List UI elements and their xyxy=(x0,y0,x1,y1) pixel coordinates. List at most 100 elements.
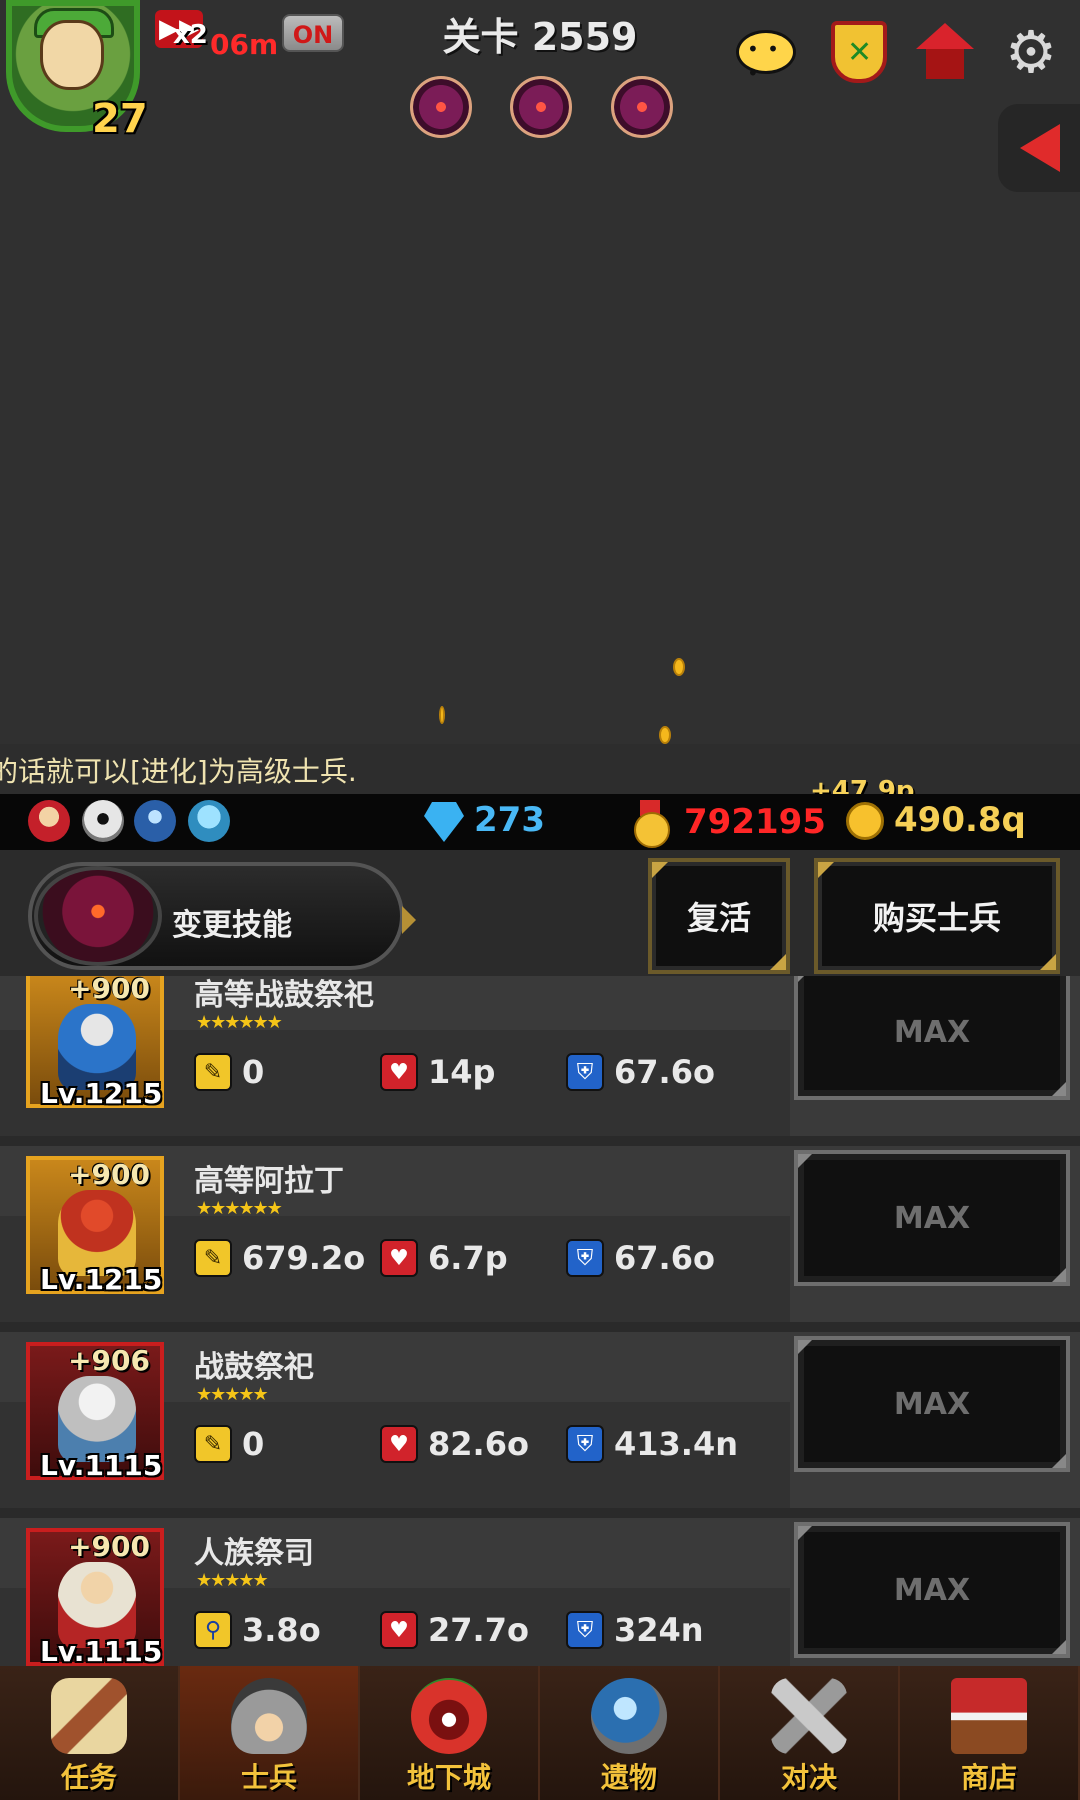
shield-icon: ⛨ xyxy=(566,1611,604,1649)
soldier-portrait[interactable]: +906 Lv.1115 xyxy=(26,1342,164,1482)
upgrade-max-button[interactable]: MAX xyxy=(794,1522,1070,1658)
upgrade-max-button[interactable]: MAX xyxy=(794,1336,1070,1472)
shield-icon: ⛨ xyxy=(566,1425,604,1463)
coin-drop xyxy=(439,706,445,724)
soldier-stars: ★★★★★ xyxy=(196,1384,269,1405)
heart-icon: ♥ xyxy=(380,1611,418,1649)
hp-stat: ♥ 82.6o xyxy=(380,1424,529,1464)
player-level: 27 xyxy=(92,96,148,142)
attack-stat: ✎ 0 xyxy=(194,1052,264,1092)
ticker-text: 的话就可以[进化]为高级士兵. xyxy=(0,755,357,788)
defense-stat: ⛨ 324n xyxy=(566,1610,704,1650)
soldier-level: Lv.1115 xyxy=(40,1449,163,1482)
side-panel-toggle[interactable] xyxy=(998,104,1080,192)
heart-icon: ♥ xyxy=(380,1239,418,1277)
tab-duel[interactable]: 对决 xyxy=(720,1666,900,1800)
soldier-name: 高等战鼓祭祀 xyxy=(194,978,374,1013)
hp-value: 27.7o xyxy=(428,1611,529,1649)
guild-icon[interactable] xyxy=(826,21,892,83)
tip-ticker: 的话就可以[进化]为高级士兵. xyxy=(0,744,1080,794)
heart-icon: ♥ xyxy=(380,1425,418,1463)
sword-icon: ✎ xyxy=(194,1053,232,1091)
attack-value: 0 xyxy=(242,1053,265,1091)
soldier-row: +906 Lv.1115 战鼓祭祀 ★★★★★ ✎ 0 ♥ 82.6o ⛨ 413.4… xyxy=(0,1332,1080,1508)
gear-icon[interactable]: ⚙ xyxy=(998,18,1064,86)
soldier-name: 高等阿拉丁 xyxy=(194,1164,344,1199)
coin-drop xyxy=(673,658,685,676)
defense-stat: ⛨ 67.6o xyxy=(566,1238,715,1278)
sword-icon: ✎ xyxy=(194,1239,232,1277)
upgrade-max-button[interactable]: MAX xyxy=(794,976,1070,1100)
skill-arrow-icon xyxy=(402,906,416,934)
soldier-stars: ★★★★★★ xyxy=(196,1012,283,1033)
soldier-row: +900 Lv.1115 人族祭司 ★★★★★ ⚲ 3.8o ♥ 27.7o ⛨ 32… xyxy=(0,1518,1080,1666)
attack-value: 0 xyxy=(242,1425,265,1463)
gem-icon xyxy=(424,802,464,842)
tab-label: 地下城 xyxy=(406,1761,491,1794)
attack-stat: ✎ 0 xyxy=(194,1424,264,1464)
resource-bar: 273 792195 490.8q xyxy=(0,794,1080,850)
tab-label: 遗物 xyxy=(600,1761,657,1794)
defense-value: 324n xyxy=(614,1611,704,1649)
soldier-row: +900 Lv.1215 高等阿拉丁 ★★★★★★ ✎ 679.2o ♥ 6.7p … xyxy=(0,1146,1080,1322)
soldier-bonus: +900 xyxy=(68,1530,150,1563)
tab-shop[interactable]: 商店 xyxy=(900,1666,1080,1800)
soldier-portrait[interactable]: +900 Lv.1115 xyxy=(26,1528,164,1666)
tab-dungeon[interactable]: 地下城 xyxy=(360,1666,540,1800)
tab-label: 对决 xyxy=(780,1761,837,1794)
tab-label: 任务 xyxy=(60,1761,117,1794)
soldier-bonus: +906 xyxy=(68,1344,150,1377)
gem-count: 273 xyxy=(474,800,545,840)
house-icon[interactable] xyxy=(912,22,978,82)
hp-value: 82.6o xyxy=(428,1425,529,1463)
soldier-bonus: +900 xyxy=(68,1158,150,1191)
chat-icon[interactable] xyxy=(733,22,799,85)
medal-icon xyxy=(632,800,670,848)
soldier-row: +900 Lv.1215 高等战鼓祭祀 ★★★★★★ ✎ 0 ♥ 14p ⛨ 67.6… xyxy=(0,976,1080,1136)
action-bar: 变更技能 复活 购买士兵 xyxy=(0,850,1080,976)
gold-count: 490.8q xyxy=(894,800,1026,840)
mini-unit-icon xyxy=(28,800,70,842)
mini-unit-icon xyxy=(82,800,124,842)
defense-value: 413.4n xyxy=(614,1425,738,1463)
soldier-list[interactable]: +900 Lv.1215 高等战鼓祭祀 ★★★★★★ ✎ 0 ♥ 14p ⛨ 67.6… xyxy=(0,976,1080,1666)
hp-stat: ♥ 27.7o xyxy=(380,1610,529,1650)
hp-stat: ♥ 14p xyxy=(380,1052,495,1092)
soldier-portrait[interactable]: +900 Lv.1215 xyxy=(26,1156,164,1296)
magic-attack-stat: ⚲ 3.8o xyxy=(194,1610,321,1650)
change-skill-button[interactable]: 变更技能 xyxy=(28,862,416,970)
tab-soldiers[interactable]: 士兵 xyxy=(180,1666,360,1800)
hp-value: 6.7p xyxy=(428,1239,508,1277)
soldier-level: Lv.1215 xyxy=(40,1263,163,1296)
shield-icon: ⛨ xyxy=(566,1239,604,1277)
tab-label: 商店 xyxy=(960,1761,1017,1794)
arrow-left-icon xyxy=(1020,124,1060,172)
top-hud: 27 ▶▶ x2 06m ON 关卡 2559 ⚙ xyxy=(0,0,1080,150)
tab-relics[interactable]: 遗物 xyxy=(540,1666,720,1800)
hp-value: 14p xyxy=(428,1053,496,1091)
soldier-level: Lv.1115 xyxy=(40,1635,163,1666)
attack-value: 679.2o xyxy=(242,1239,366,1277)
gold-coin-icon xyxy=(846,802,884,840)
bottom-nav: 任务 士兵 地下城 遗物 对决 商店 xyxy=(0,1666,1080,1800)
tab-quests[interactable]: 任务 xyxy=(0,1666,180,1800)
soldier-stars: ★★★★★ xyxy=(196,1570,269,1591)
shop-icon xyxy=(951,1678,1027,1754)
upgrade-max-button[interactable]: MAX xyxy=(794,1150,1070,1286)
tab-label: 士兵 xyxy=(240,1761,297,1794)
skill-eye-icon xyxy=(34,866,162,966)
boss-wave-icon xyxy=(510,76,572,138)
sword-icon: ✎ xyxy=(194,1425,232,1463)
soldier-portrait[interactable]: +900 Lv.1215 xyxy=(26,976,164,1110)
scroll-icon xyxy=(51,1678,127,1754)
buy-soldier-button[interactable]: 购买士兵 xyxy=(814,858,1060,974)
boss-wave-icon xyxy=(410,76,472,138)
revive-button[interactable]: 复活 xyxy=(648,858,790,974)
soldier-level: Lv.1215 xyxy=(40,1077,163,1110)
hp-stat: ♥ 6.7p xyxy=(380,1238,508,1278)
defense-value: 67.6o xyxy=(614,1239,715,1277)
medal-count: 792195 xyxy=(684,802,826,842)
soldier-bonus: +900 xyxy=(68,976,150,1005)
mini-unit-icon xyxy=(188,800,230,842)
orb-relic-icon xyxy=(591,1678,667,1754)
